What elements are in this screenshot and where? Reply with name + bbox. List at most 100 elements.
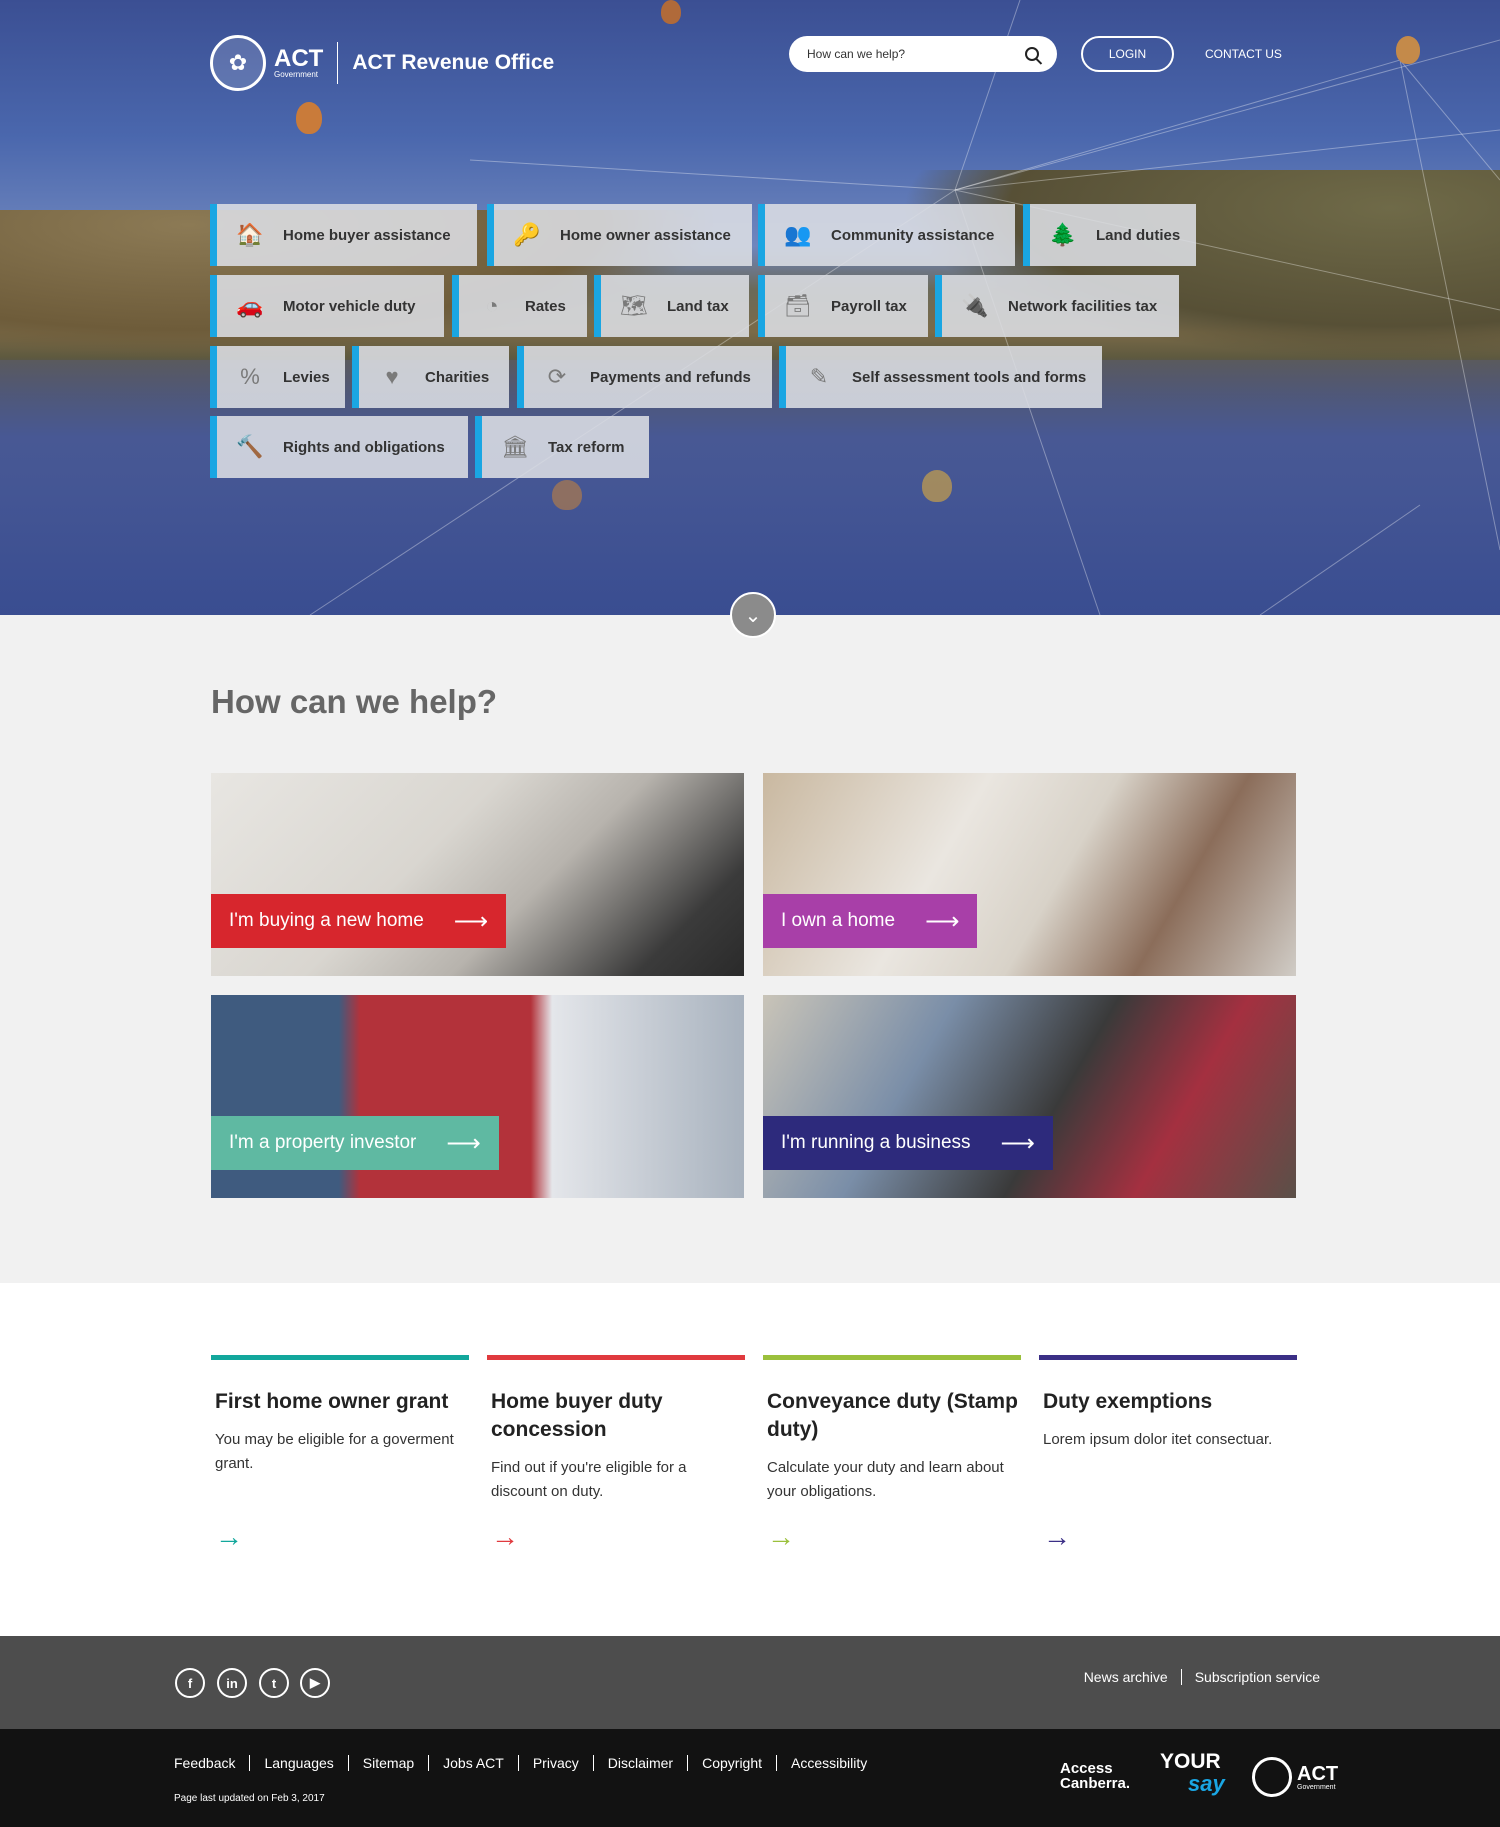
tile-home-owner-assistance[interactable]: 🔑 Home owner assistance: [487, 204, 752, 266]
tile-label: Home buyer assistance: [283, 226, 451, 244]
feature-title[interactable]: Home buyer duty concession: [491, 1388, 745, 1444]
logo-act-text: ACT: [274, 45, 324, 72]
act-government-footer-logo[interactable]: ACT Government: [1252, 1757, 1338, 1797]
facebook-icon[interactable]: f: [175, 1668, 205, 1698]
tile-home-buyer-assistance[interactable]: 🏠 Home buyer assistance: [210, 204, 477, 266]
balloon-decoration: [552, 480, 582, 510]
footer-nav: Feedback Languages Sitemap Jobs ACT Priv…: [160, 1755, 881, 1771]
tile-payroll-tax[interactable]: 🗃 Payroll tax: [758, 275, 928, 337]
tile-label: Home owner assistance: [560, 226, 731, 244]
building-columns-icon: 🏛: [501, 434, 529, 459]
access-canberra-logo[interactable]: Access Canberra.: [1060, 1761, 1130, 1791]
card-label: I own a home: [781, 910, 896, 931]
youtube-icon[interactable]: ▶: [300, 1668, 330, 1698]
access-canberra-line1: Access: [1060, 1760, 1113, 1777]
feature-conveyance-duty[interactable]: Conveyance duty (Stamp duty) Calculate y…: [763, 1355, 1021, 1552]
tile-label: Community assistance: [831, 226, 995, 244]
feature-accent-bar: [211, 1355, 469, 1360]
car-icon: 🚗: [236, 293, 264, 318]
arrow-right-icon: ⟶: [453, 907, 489, 935]
help-heading: How can we help?: [211, 683, 498, 720]
feature-text: Calculate your duty and learn about your…: [767, 1459, 1004, 1500]
search-icon[interactable]: [1025, 47, 1039, 61]
key-icon: 🔑: [513, 222, 541, 247]
feature-title[interactable]: Duty exemptions: [1043, 1388, 1297, 1416]
access-canberra-line2: Canberra.: [1060, 1775, 1131, 1792]
tile-payments-and-refunds[interactable]: ⟳ Payments and refunds: [517, 346, 772, 408]
help-section: How can we help? I'm buying a new home ⟶…: [0, 615, 1500, 1283]
your-say-line2: say: [1188, 1771, 1225, 1796]
map-icon: 🗺: [620, 293, 648, 318]
act-logo[interactable]: ✿ ACT Government ACT Revenue Office: [210, 35, 554, 91]
feature-title[interactable]: First home owner grant: [215, 1388, 469, 1416]
balloon-decoration: [1396, 36, 1420, 64]
tile-label: Charities: [425, 368, 490, 386]
tile-motor-vehicle-duty[interactable]: 🚗 Motor vehicle duty: [210, 275, 444, 337]
tile-label: Land tax: [667, 297, 729, 315]
feature-accent-bar: [1039, 1355, 1297, 1360]
people-icon: 👥: [784, 222, 812, 247]
feature-text: Find out if you're eligible for a discou…: [491, 1459, 687, 1500]
footer-link-feedback[interactable]: Feedback: [160, 1755, 249, 1771]
tile-tax-reform[interactable]: 🏛 Tax reform: [475, 416, 649, 478]
tile-levies[interactable]: % Levies: [210, 346, 345, 408]
tree-icon: 🌲: [1049, 222, 1077, 247]
percent-icon: %: [240, 364, 260, 389]
arrow-right-icon[interactable]: →: [491, 1521, 519, 1553]
card-buying-new-home[interactable]: I'm buying a new home ⟶: [211, 773, 744, 976]
tile-rights-and-obligations[interactable]: 🔨 Rights and obligations: [210, 416, 468, 478]
footer-link-accessibility[interactable]: Accessibility: [776, 1755, 881, 1771]
card-running-business[interactable]: I'm running a business ⟶: [763, 995, 1296, 1198]
refresh-icon: ⟳: [547, 364, 567, 389]
footer-top: f in t ▶ News archive Subscription servi…: [0, 1636, 1500, 1729]
your-say-logo[interactable]: YOUR say: [1160, 1751, 1225, 1795]
search-input[interactable]: How can we help?: [789, 36, 1057, 72]
footer-link-disclaimer[interactable]: Disclaimer: [592, 1755, 687, 1771]
arrow-right-icon[interactable]: →: [215, 1521, 243, 1553]
feature-accent-bar: [487, 1355, 745, 1360]
feature-home-buyer-duty-concession[interactable]: Home buyer duty concession Find out if y…: [487, 1355, 745, 1552]
footer-government-text: Government: [1297, 1783, 1336, 1791]
arrow-right-icon: ⟶: [1000, 1129, 1035, 1157]
arrow-right-icon[interactable]: →: [1043, 1521, 1071, 1553]
feature-duty-exemptions[interactable]: Duty exemptions Lorem ipsum dolor itet c…: [1039, 1355, 1297, 1552]
footer-link-languages[interactable]: Languages: [249, 1755, 347, 1771]
footer-link-jobs-act[interactable]: Jobs ACT: [428, 1755, 518, 1771]
your-say-line1: YOUR: [1160, 1750, 1221, 1773]
tile-rates[interactable]: ◔ Rates: [452, 275, 587, 337]
plug-icon: 🔌: [961, 293, 989, 318]
archive-box-icon: 🗃: [784, 293, 812, 318]
tile-self-assessment-tools[interactable]: ✎ Self assessment tools and forms: [779, 346, 1102, 408]
card-own-a-home[interactable]: I own a home ⟶: [763, 773, 1296, 976]
card-label: I'm buying a new home: [229, 910, 424, 931]
subscription-service-link[interactable]: Subscription service: [1180, 1669, 1333, 1685]
tile-label: Payroll tax: [831, 297, 907, 315]
logo-government-text: Government: [274, 70, 319, 79]
tile-network-facilities-tax[interactable]: 🔌 Network facilities tax: [935, 275, 1179, 337]
linkedin-icon[interactable]: in: [217, 1668, 247, 1698]
feature-title[interactable]: Conveyance duty (Stamp duty): [767, 1388, 1021, 1444]
twitter-icon[interactable]: t: [259, 1668, 289, 1698]
tile-community-assistance[interactable]: 👥 Community assistance: [758, 204, 1015, 266]
pie-chart-icon: ◔: [485, 293, 499, 318]
arrow-right-icon[interactable]: →: [767, 1521, 795, 1553]
news-archive-link[interactable]: News archive: [1071, 1669, 1181, 1685]
footer-link-sitemap[interactable]: Sitemap: [347, 1755, 428, 1771]
footer-link-privacy[interactable]: Privacy: [517, 1755, 593, 1771]
contact-us-link[interactable]: CONTACT US: [1205, 47, 1282, 61]
card-property-investor[interactable]: I'm a property investor ⟶: [211, 995, 744, 1198]
tile-land-tax[interactable]: 🗺 Land tax: [594, 275, 749, 337]
tile-label: Network facilities tax: [1008, 297, 1158, 315]
feature-accent-bar: [763, 1355, 1021, 1360]
footer-link-copyright[interactable]: Copyright: [687, 1755, 776, 1771]
heart-icon: ♥: [385, 364, 399, 389]
login-button[interactable]: LOGIN: [1081, 36, 1174, 72]
feature-text: You may be eligible for a goverment gran…: [215, 1431, 454, 1472]
logo-divider: [337, 42, 339, 84]
feature-first-home-owner-grant[interactable]: First home owner grant You may be eligib…: [211, 1355, 469, 1552]
scroll-down-chevron-icon[interactable]: ⌄: [730, 592, 776, 638]
tile-land-duties[interactable]: 🌲 Land duties: [1023, 204, 1196, 266]
search-placeholder: How can we help?: [807, 47, 906, 61]
tile-charities[interactable]: ♥ Charities: [352, 346, 509, 408]
tile-label: Land duties: [1096, 226, 1181, 244]
